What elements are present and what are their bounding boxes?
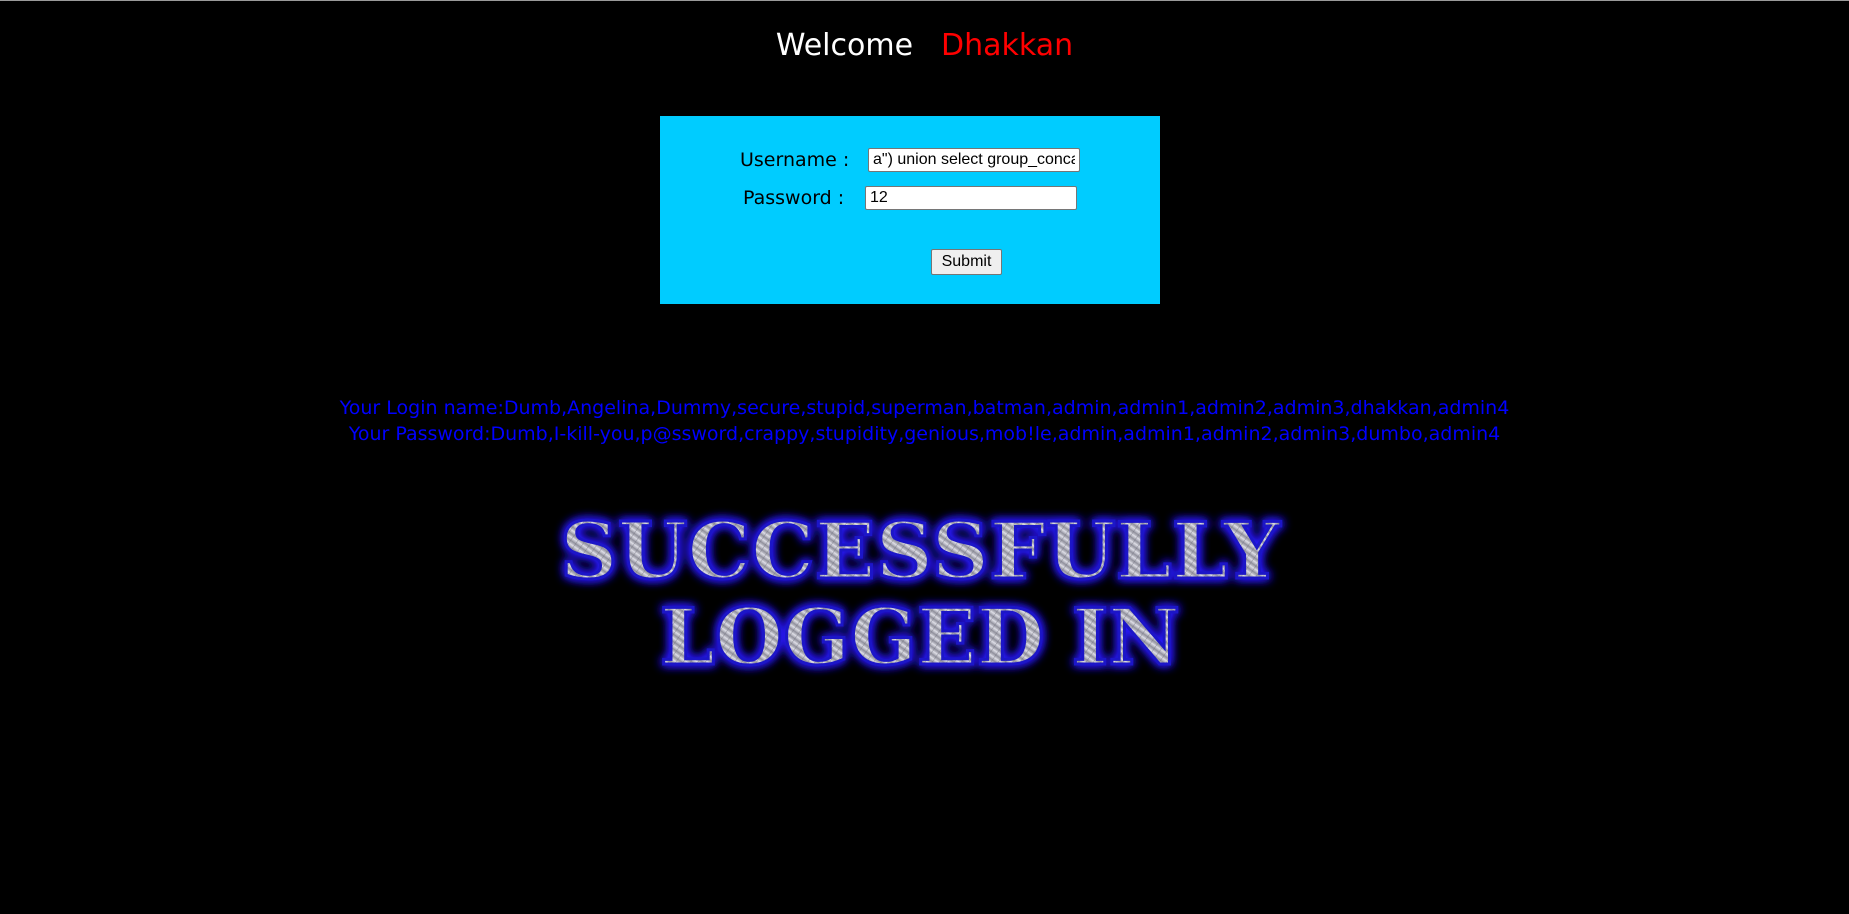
- success-line-2: LOGGED IN: [660, 592, 1180, 680]
- welcome-heading: Welcome Dhakkan: [0, 26, 1849, 66]
- success-banner-image: SUCCESSFULLY LOGGED IN: [540, 500, 1300, 681]
- welcome-text: Welcome: [775, 28, 914, 63]
- login-results: Your Login name:Dumb,Angelina,Dummy,secu…: [0, 395, 1849, 447]
- login-name-result: Your Login name:Dumb,Angelina,Dummy,secu…: [339, 397, 1510, 419]
- window-top-border: [0, 0, 1849, 1]
- welcome-user-name: Dhakkan: [941, 28, 1074, 63]
- login-form: Username : Password : Submit: [660, 116, 1160, 304]
- password-result: Your Password:Dumb,I-kill-you,p@ssword,c…: [348, 423, 1501, 445]
- username-label: Username :: [740, 149, 850, 171]
- password-label: Password :: [743, 187, 845, 209]
- success-line-1: SUCCESSFULLY: [560, 506, 1281, 597]
- password-input[interactable]: [865, 186, 1077, 210]
- username-input[interactable]: [868, 148, 1080, 172]
- submit-button[interactable]: Submit: [931, 249, 1002, 275]
- success-banner-svg: SUCCESSFULLY LOGGED IN: [559, 505, 1283, 681]
